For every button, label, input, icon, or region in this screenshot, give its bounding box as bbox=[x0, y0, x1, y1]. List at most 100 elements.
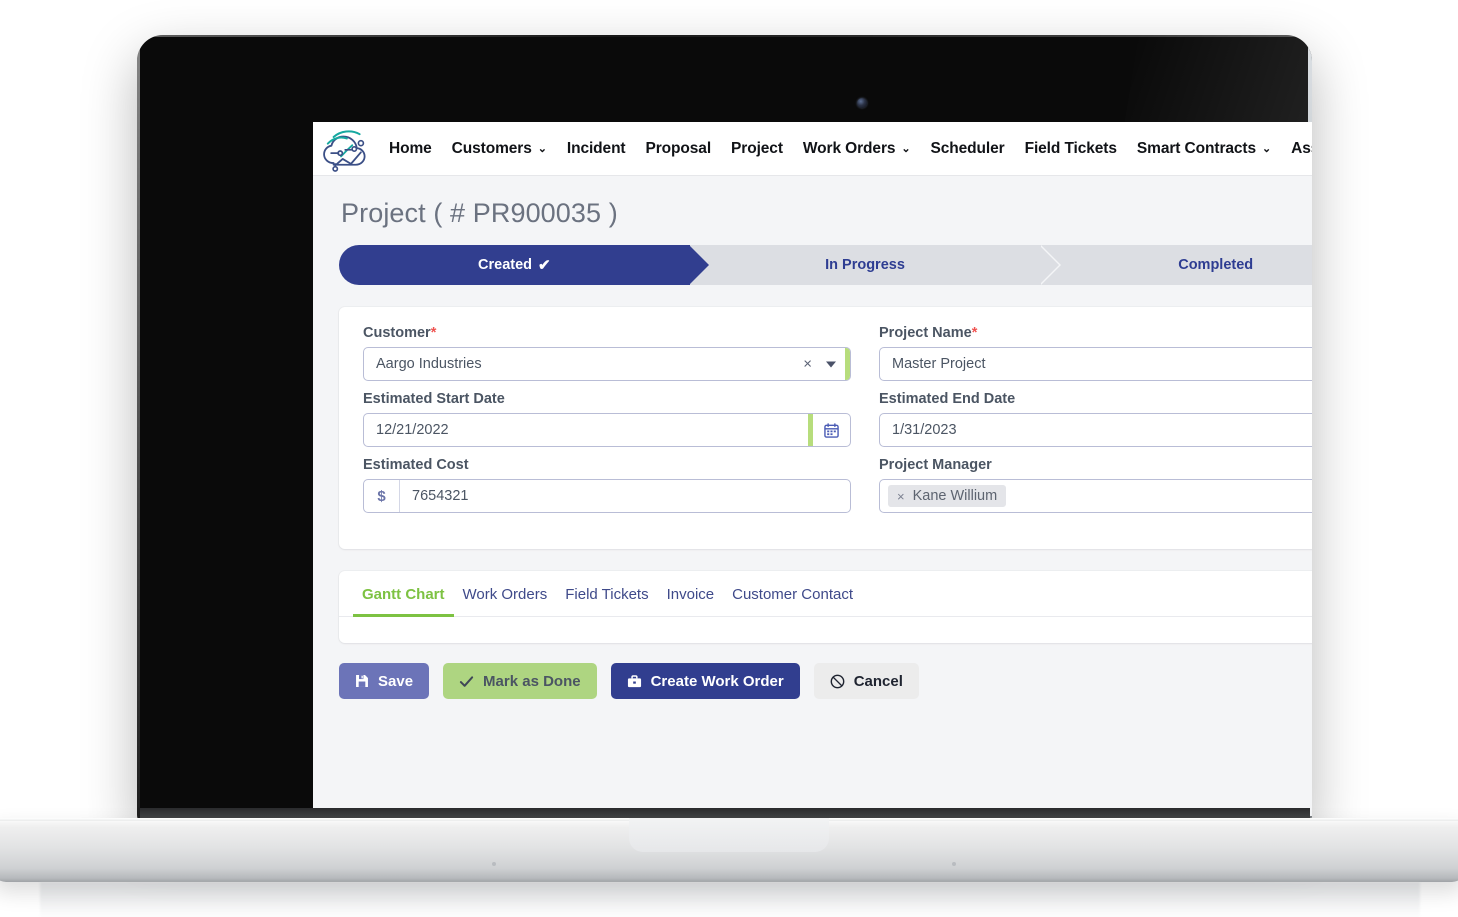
page-title: Project ( # PR900035 ) bbox=[341, 198, 618, 228]
tab-customer-contact[interactable]: Customer Contact bbox=[723, 571, 862, 617]
base-thumb-notch bbox=[629, 818, 829, 852]
screenshot-stage: Home Customers ⌄ Incident Proposal Proje… bbox=[0, 0, 1458, 917]
customer-select-actions: × bbox=[803, 357, 836, 372]
laptop-base bbox=[0, 818, 1458, 882]
label-text: Project Name bbox=[879, 325, 972, 341]
stepper-step-in-progress[interactable]: In Progress bbox=[689, 245, 1061, 285]
webcam-icon bbox=[857, 98, 867, 108]
nav-item-incident[interactable]: Incident bbox=[557, 134, 636, 164]
action-button-row: Save Mark as Done Create Work Order Canc… bbox=[339, 663, 1312, 699]
tab-work-orders[interactable]: Work Orders bbox=[454, 571, 557, 617]
nav-item-smart-contracts[interactable]: Smart Contracts ⌄ bbox=[1127, 134, 1281, 164]
nav-item-assets[interactable]: Assets ⌄ bbox=[1281, 134, 1312, 164]
tab-field-tickets[interactable]: Field Tickets bbox=[556, 571, 657, 617]
project-manager-chips: × Kane Willium bbox=[880, 485, 1007, 507]
cancel-button[interactable]: Cancel bbox=[813, 663, 919, 699]
label-project-name: Project Name* bbox=[879, 325, 1312, 341]
step-label: Completed bbox=[1178, 257, 1254, 273]
currency-icon: $ bbox=[364, 480, 400, 512]
tab-label: Work Orders bbox=[462, 586, 548, 603]
customer-select[interactable]: Aargo Industries × bbox=[363, 347, 851, 381]
chevron-down-icon[interactable] bbox=[826, 361, 836, 367]
step-label: Created bbox=[478, 257, 533, 273]
nav-items: Home Customers ⌄ Incident Proposal Proje… bbox=[379, 134, 1312, 164]
chevron-down-icon: ⌄ bbox=[901, 143, 911, 155]
nav-item-customers[interactable]: Customers ⌄ bbox=[442, 134, 557, 164]
calendar-icon bbox=[824, 422, 839, 438]
tab-panel-gantt-chart bbox=[339, 617, 1312, 643]
calendar-button[interactable] bbox=[813, 413, 851, 447]
estimated-end-date-value: 1/31/2023 bbox=[892, 422, 957, 438]
save-disk-icon bbox=[356, 675, 368, 687]
tab-label: Invoice bbox=[666, 586, 715, 603]
nav-item-project[interactable]: Project bbox=[721, 134, 793, 164]
label-project-manager: Project Manager bbox=[879, 457, 992, 473]
chevron-down-icon: ⌄ bbox=[537, 143, 547, 155]
estimated-start-date-value: 12/21/2022 bbox=[376, 422, 449, 438]
customer-value: Aargo Industries bbox=[376, 356, 482, 372]
top-navbar: Home Customers ⌄ Incident Proposal Proje… bbox=[313, 122, 1312, 176]
estimated-start-date-group: 12/21/2022 bbox=[363, 413, 851, 447]
project-name-value: Master Project bbox=[892, 356, 986, 372]
stepper-step-completed[interactable]: Completed bbox=[1040, 245, 1312, 285]
project-status-stepper: Created ✔ In Progress Completed bbox=[339, 245, 1312, 285]
check-icon: ✔ bbox=[538, 257, 551, 274]
create-work-order-button[interactable]: Create Work Order bbox=[610, 663, 800, 699]
ban-icon bbox=[830, 674, 845, 688]
nav-item-work-orders[interactable]: Work Orders ⌄ bbox=[793, 134, 921, 164]
estimated-cost-value: 7654321 bbox=[412, 488, 469, 504]
field-project-manager: Project Manager × Kane Willium bbox=[879, 457, 1312, 513]
chevron-down-icon: ⌄ bbox=[1262, 143, 1272, 155]
save-label: Save bbox=[378, 672, 414, 690]
lid-top-highlight bbox=[137, 35, 1312, 37]
field-estimated-cost: Estimated Cost $ 7654321 bbox=[363, 457, 851, 513]
base-foot-dot bbox=[952, 862, 956, 866]
briefcase-icon bbox=[627, 674, 641, 687]
browser-viewport: Home Customers ⌄ Incident Proposal Proje… bbox=[313, 122, 1312, 816]
field-project-name: Project Name* Master Project bbox=[879, 325, 1312, 381]
check-icon bbox=[459, 675, 474, 687]
label-customer: Customer* bbox=[363, 325, 851, 341]
required-asterisk: * bbox=[430, 325, 437, 341]
nav-label: Assets bbox=[1291, 139, 1312, 157]
tab-gantt-chart[interactable]: Gantt Chart bbox=[353, 571, 454, 617]
estimated-cost-group: $ 7654321 bbox=[363, 479, 851, 513]
nav-item-proposal[interactable]: Proposal bbox=[636, 134, 722, 164]
field-estimated-start-date: Estimated Start Date 12/21/2022 bbox=[363, 391, 851, 447]
required-asterisk: * bbox=[971, 325, 978, 341]
chip-remove-icon[interactable]: × bbox=[897, 489, 905, 504]
nav-label: Work Orders bbox=[802, 139, 896, 157]
nav-label: Proposal bbox=[645, 139, 712, 157]
nav-label: Scheduler bbox=[930, 139, 1005, 157]
project-name-input[interactable]: Master Project bbox=[879, 347, 1312, 381]
estimated-cost-input[interactable]: 7654321 bbox=[400, 480, 850, 512]
page-body: Project ( # PR900035 ) Created ✔ In Prog… bbox=[313, 176, 1312, 816]
nav-label: Field Tickets bbox=[1024, 139, 1117, 157]
create-work-order-label: Create Work Order bbox=[650, 672, 784, 690]
nav-item-field-tickets[interactable]: Field Tickets bbox=[1015, 134, 1127, 164]
stepper-step-created[interactable]: Created ✔ bbox=[339, 245, 709, 285]
nav-item-scheduler[interactable]: Scheduler bbox=[921, 134, 1015, 164]
save-button[interactable]: Save bbox=[339, 663, 430, 699]
project-tabs: Gantt Chart Work Orders Field Tickets In… bbox=[339, 571, 1312, 617]
mark-as-done-button[interactable]: Mark as Done bbox=[443, 663, 597, 699]
nav-label: Home bbox=[389, 139, 432, 157]
label-estimated-start-date: Estimated Start Date bbox=[363, 391, 505, 407]
base-foot-dot bbox=[492, 862, 496, 866]
tab-invoice[interactable]: Invoice bbox=[658, 571, 724, 617]
estimated-start-date-input[interactable]: 12/21/2022 bbox=[363, 413, 808, 447]
clear-icon[interactable]: × bbox=[803, 357, 812, 372]
nav-item-home[interactable]: Home bbox=[379, 134, 442, 164]
laptop-lid: Home Customers ⌄ Incident Proposal Proje… bbox=[137, 35, 1312, 825]
project-manager-multiselect[interactable]: × Kane Willium bbox=[879, 479, 1312, 513]
nav-label: Incident bbox=[566, 139, 626, 157]
cloud-logo-icon[interactable] bbox=[319, 125, 373, 173]
base-reflection bbox=[40, 882, 1420, 917]
mark-as-done-label: Mark as Done bbox=[483, 672, 581, 690]
project-form-card: Customer* Aargo Industries × Project Nam… bbox=[339, 307, 1312, 549]
nav-label: Customers bbox=[451, 139, 532, 157]
project-tabs-card: Gantt Chart Work Orders Field Tickets In… bbox=[339, 571, 1312, 643]
tab-label: Gantt Chart bbox=[362, 586, 445, 603]
estimated-end-date-input[interactable]: 1/31/2023 bbox=[879, 413, 1312, 447]
chip-project-manager[interactable]: × Kane Willium bbox=[888, 485, 1007, 507]
